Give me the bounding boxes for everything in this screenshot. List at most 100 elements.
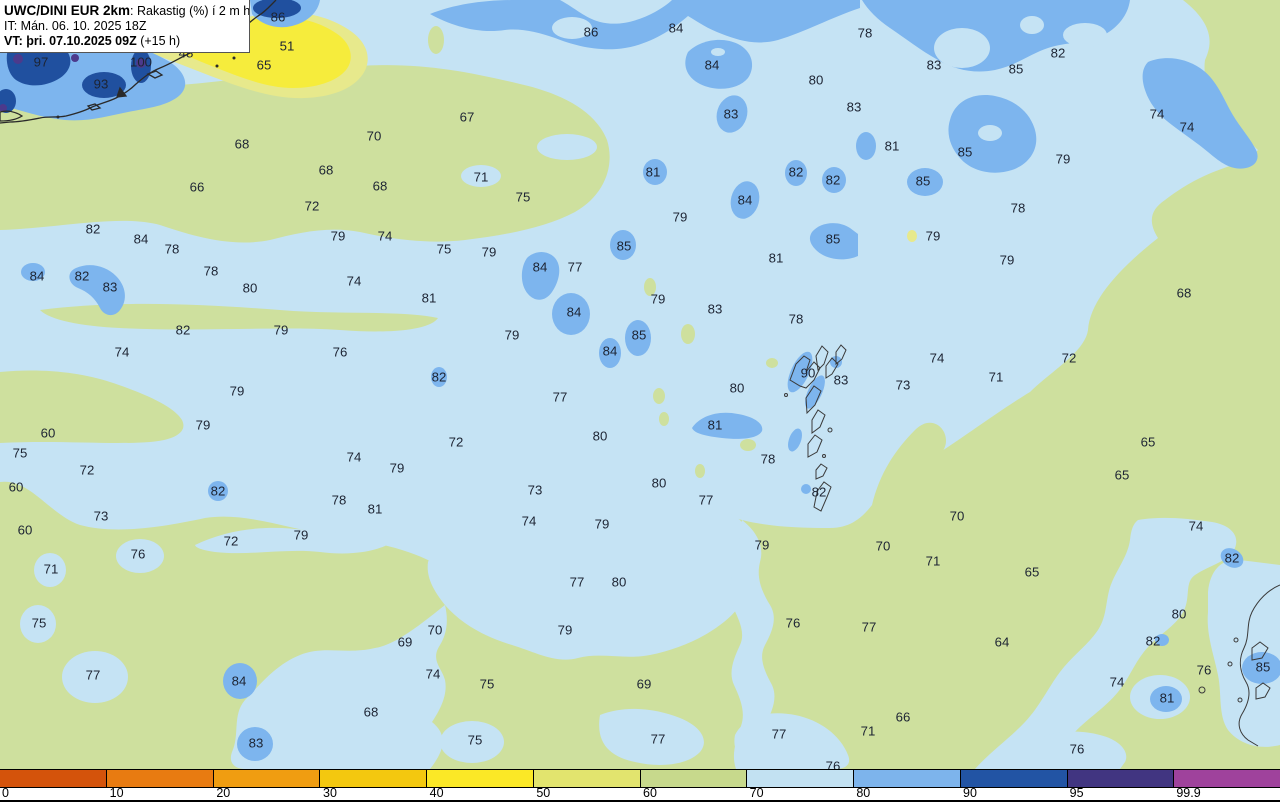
map-value-label: 79 [505,328,520,343]
map-value-label: 74 [1110,675,1125,690]
valid-time-line: VT: þri. 07.10.2025 09Z (+15 h) [4,34,247,49]
map-value-label: 79 [331,229,346,244]
map-value-label: 83 [927,58,942,73]
map-value-label: 81 [769,251,784,266]
color-scale-tick-label: 0 [2,786,9,800]
map-value-label: 51 [280,39,295,54]
map-value-label: 70 [367,129,382,144]
color-scale-tick-label: 90 [963,786,977,800]
map-value-label: 97 [34,55,49,70]
map-value-label: 78 [761,452,776,467]
map-value-label: 83 [708,302,723,317]
map-value-label: 78 [858,26,873,41]
color-scale-tick-label: 40 [429,786,444,800]
map-value-label: 67 [460,110,475,125]
map-value-label: 71 [474,170,489,185]
color-scale-segment [1067,770,1175,787]
map-value-label: 81 [422,291,437,306]
map-value-label: 84 [533,260,548,275]
map-value-label: 79 [274,323,289,338]
map-value-label: 80 [1172,607,1187,622]
map-value-label: 85 [632,328,647,343]
map-value-label: 60 [41,426,56,441]
map-value-label: 78 [789,312,804,327]
map-value-label: 68 [319,163,334,178]
map-value-label: 79 [230,384,245,399]
map-value-label: 77 [553,390,568,405]
map-value-label: 86 [271,10,286,25]
map-value-label: 70 [950,509,965,524]
init-time-line: IT: Mán. 06. 10. 2025 18Z [4,19,147,33]
map-value-label: 68 [1177,286,1192,301]
map-value-label: 65 [1115,468,1130,483]
model-title-line: UWC/DINI EUR 2km: Rakastig (%) í 2 m hæð [4,3,250,19]
color-scale-segment [640,770,748,787]
map-value-label: 70 [428,623,443,638]
map-value-label: 74 [378,229,393,244]
color-scale-segment [533,770,641,787]
map-value-label: 82 [1225,551,1240,566]
color-scale-segment [854,770,961,787]
map-value-label: 79 [390,461,405,476]
map-value-label: 83 [249,736,264,751]
color-scale-segment [213,770,321,787]
map-value-label: 71 [989,370,1004,385]
map-value-label: 66 [896,710,911,725]
map-value-label: 65 [1025,565,1040,580]
map-value-label: 75 [32,616,47,631]
map-value-label: 76 [1070,742,1085,757]
map-value-label: 72 [1062,351,1077,366]
map-value-label: 83 [103,280,118,295]
color-scale-tick-label: 70 [749,786,764,800]
map-value-label: 84 [705,58,720,73]
humidity-map: 86 51 48 65 97 100 93 70 68 68 66 68 72 82 84 78 79 74 86 8… [0,0,1280,769]
map-value-label: 77 [772,727,787,742]
map-value-label: 85 [826,232,841,247]
map-value-label: 84 [30,269,45,284]
map-value-label: 68 [364,705,379,720]
map-value-label: 68 [373,179,388,194]
map-value-label: 60 [18,523,33,538]
map-value-label: 90 [801,366,816,381]
map-value-label: 74 [1189,519,1204,534]
map-value-label: 71 [861,724,876,739]
map-value-label: 75 [468,733,483,748]
map-value-label: 60 [9,480,24,495]
map-value-label: 82 [826,173,841,188]
map-value-label: 84 [738,193,753,208]
weather-map-viewer: 86 51 48 65 97 100 93 70 68 68 66 68 72 82 84 78 79 74 86 8… [0,0,1280,802]
model-name: UWC/DINI EUR 2km [4,3,131,18]
map-value-label: 74 [426,667,441,682]
map-value-label: 75 [480,677,495,692]
map-value-label: 79 [673,210,688,225]
map-value-label: 77 [699,493,714,508]
map-value-label: 82 [176,323,191,338]
map-value-label: 78 [165,242,180,257]
map-value-label: 80 [612,575,627,590]
color-scale-segment [747,770,854,787]
map-value-label: 75 [13,446,28,461]
map-value-label: 84 [567,305,582,320]
map-value-label: 79 [294,528,309,543]
map-value-label: 76 [333,345,348,360]
map-value-label: 77 [570,575,585,590]
map-value-label: 72 [80,463,95,478]
map-value-label: 74 [1180,120,1195,135]
map-value-label: 78 [332,493,347,508]
map-value-label: 73 [94,509,109,524]
map-value-label: 73 [896,378,911,393]
map-value-label: 72 [449,435,464,450]
map-value-label: 75 [516,190,531,205]
map-value-label: 65 [257,58,272,73]
map-value-label: 76 [826,759,841,770]
parameter-name: : Rakastig (%) í 2 m hæð [130,4,250,18]
color-scale-segment [960,770,1068,787]
map-value-label: 66 [190,180,205,195]
color-scale-segment [106,770,214,787]
map-value-label: 80 [593,429,608,444]
map-value-label: 82 [211,484,226,499]
map-value-label: 85 [1009,62,1024,77]
color-scale-segment [320,770,427,787]
map-value-label: 74 [522,514,537,529]
map-value-label: 82 [1051,46,1066,61]
